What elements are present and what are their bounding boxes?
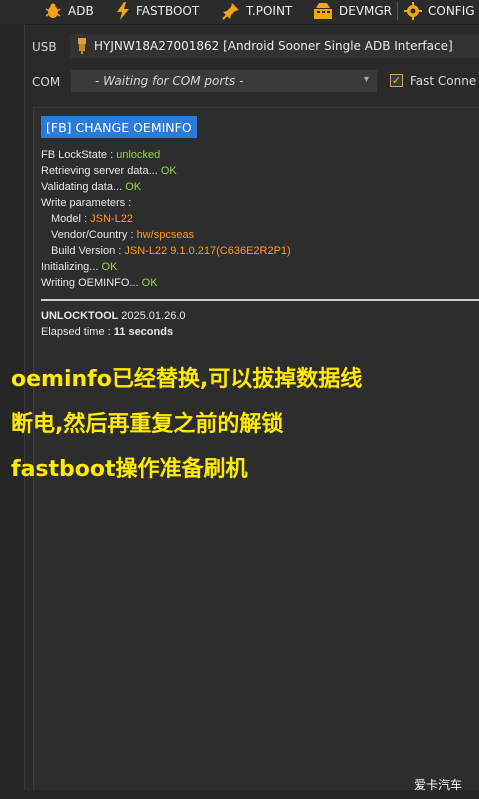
log-line-lockstate: FB LockState : unlocked: [41, 149, 160, 161]
menu-adb-label: ADB: [68, 4, 94, 18]
log-value: hw/spcseas: [136, 229, 195, 241]
log-label: Writing OEMINFO...: [41, 277, 142, 289]
log-value: OK: [125, 181, 142, 193]
menu-devmgr[interactable]: DEVMGR: [313, 0, 392, 22]
log-line-retrieving: Retrieving server data... OK: [41, 165, 177, 177]
caption-line-3: fastboot操作准备刷机: [11, 457, 248, 482]
menu-devmgr-label: DEVMGR: [339, 4, 393, 18]
lightning-icon: [116, 2, 130, 20]
menu-fastboot[interactable]: FASTBOOT: [116, 0, 199, 22]
log-label: Build Version :: [51, 245, 125, 257]
log-line-tool-version: UNLOCKTOOL 2025.01.26.0: [41, 310, 186, 322]
bug-icon: [44, 3, 62, 19]
chevron-down-icon: ▾: [363, 74, 369, 85]
tool-version: 2025.01.26.0: [121, 310, 186, 322]
usb-label: USB: [32, 40, 57, 54]
menu-adb[interactable]: ADB: [44, 0, 94, 22]
log-value: OK: [141, 277, 158, 289]
log-value: JSN-L22 9.1.0.217(C636E2R2P1): [124, 245, 291, 257]
log-label: Initializing...: [41, 261, 102, 273]
menu-separator: [397, 2, 398, 20]
pin-icon: [222, 2, 240, 20]
log-value: 11 seconds: [113, 326, 174, 338]
usb-device-field[interactable]: HYJNW18A27001862 [Android Sooner Single …: [70, 34, 479, 58]
usb-plug-icon: [76, 38, 88, 54]
log-panel: [33, 107, 479, 791]
log-value: OK: [160, 165, 177, 177]
log-line-model: Model : JSN-L22: [51, 213, 133, 225]
log-line-write-params: Write parameters :: [41, 197, 131, 209]
com-label: COM: [32, 75, 61, 89]
log-label: Write parameters :: [41, 197, 132, 209]
log-line-build: Build Version : JSN-L22 9.1.0.217(C636E2…: [51, 245, 291, 257]
log-value: OK: [101, 261, 118, 273]
menu-config[interactable]: CONFIG: [404, 0, 475, 22]
log-value: unlocked: [116, 149, 161, 161]
watermark: 爱卡汽车: [414, 778, 463, 792]
log-label: Model :: [51, 213, 91, 225]
log-header: [FB] CHANGE OEMINFO: [41, 116, 197, 138]
menu-config-label: CONFIG: [428, 4, 475, 18]
menu-fastboot-label: FASTBOOT: [136, 4, 200, 18]
bottom-border: [24, 790, 479, 799]
usb-device-name: HYJNW18A27001862 [Android Sooner Single …: [94, 39, 453, 53]
com-port-select[interactable]: - Waiting for COM ports - ▾: [70, 69, 378, 93]
devmgr-icon: [313, 2, 333, 20]
log-label: Vendor/Country :: [51, 229, 137, 241]
top-menu-bar: ADB FASTBOOT T.POINT DEVMGR CONFIG: [0, 0, 479, 25]
tool-name: UNLOCKTOOL: [41, 310, 122, 322]
log-line-writing: Writing OEMINFO... OK: [41, 277, 158, 289]
log-label: Validating data...: [41, 181, 126, 193]
menu-tpoint-label: T.POINT: [246, 4, 293, 18]
fast-connect-checkbox[interactable]: ✓: [390, 74, 403, 87]
log-divider: [41, 299, 479, 301]
caption-line-1: oeminfo已经替换,可以拔掉数据线: [11, 367, 363, 392]
gear-icon: [404, 2, 422, 20]
log-label: FB LockState :: [41, 149, 117, 161]
log-label: Retrieving server data...: [41, 165, 161, 177]
log-value: JSN-L22: [90, 213, 133, 225]
log-line-elapsed: Elapsed time : 11 seconds: [41, 326, 173, 338]
log-label: Elapsed time :: [41, 326, 114, 338]
checkmark-icon: ✓: [391, 74, 402, 87]
fast-connect-label: Fast Conne: [410, 74, 477, 88]
com-port-value: - Waiting for COM ports -: [95, 74, 244, 88]
log-line-validating: Validating data... OK: [41, 181, 141, 193]
log-line-vendor: Vendor/Country : hw/spcseas: [51, 229, 194, 241]
log-line-initializing: Initializing... OK: [41, 261, 117, 273]
caption-line-2: 断电,然后再重复之前的解锁: [11, 412, 284, 437]
menu-tpoint[interactable]: T.POINT: [222, 0, 292, 22]
